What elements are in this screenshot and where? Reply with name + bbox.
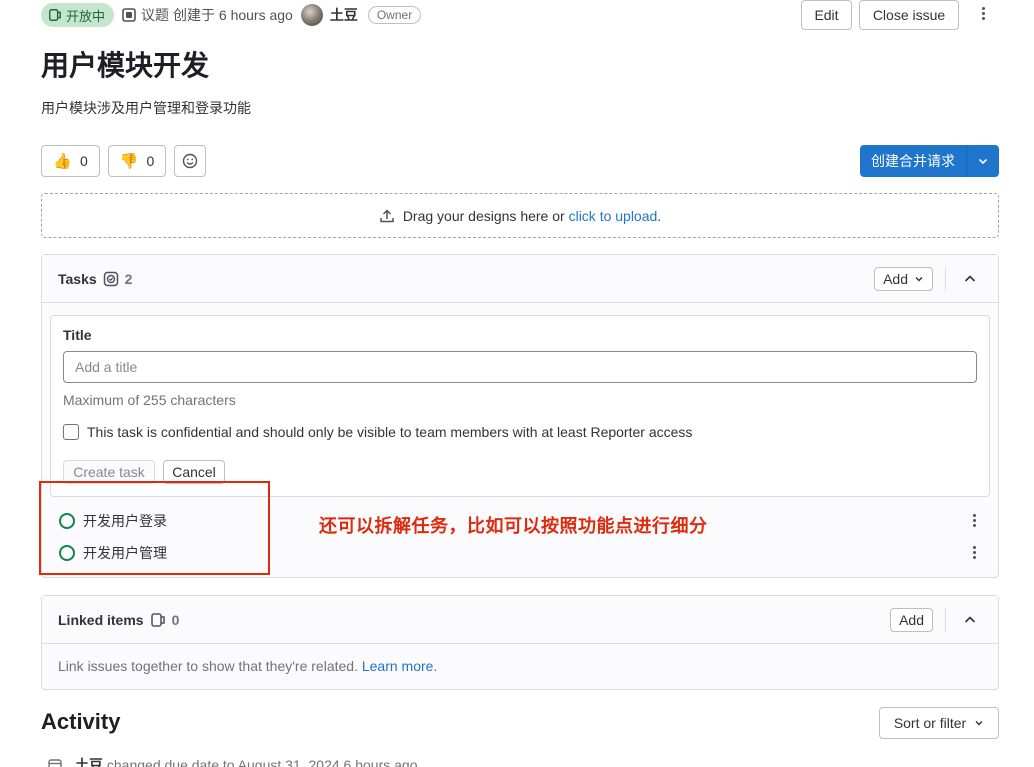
chevron-down-icon — [975, 721, 983, 726]
confidential-option[interactable]: This task is confidential and should onl… — [63, 424, 692, 440]
thumbs-down-icon: 👎 — [119, 153, 139, 170]
linked-items-help: Link issues together to show that they'r… — [58, 658, 362, 674]
linked-items-card: Linked items 0 Add Link issues together … — [41, 595, 999, 690]
page-title: 用户模块开发 — [41, 50, 210, 81]
thumbs-down-count: 0 — [146, 153, 155, 169]
task-done-icon — [103, 271, 118, 286]
issue-open-icon — [49, 9, 61, 21]
status-badge: 开放中 — [41, 3, 115, 27]
header-divider — [945, 266, 946, 291]
create-merge-request-label[interactable]: 创建合并请求 — [860, 145, 967, 177]
activity-text: changed due date to August 31, 2024 6 ho… — [106, 757, 418, 767]
activity-author[interactable]: 土豆 — [75, 757, 103, 767]
design-dropzone[interactable]: Drag your designs here or click to uploa… — [41, 193, 999, 238]
tasks-title: Tasks — [58, 270, 97, 287]
add-linked-item-button[interactable]: Add — [890, 607, 933, 632]
link-issue-icon — [150, 612, 165, 627]
dropzone-text: Drag your designs here or — [402, 207, 569, 224]
author-link[interactable]: 土豆 — [330, 5, 358, 25]
more-actions-icon[interactable] — [981, 7, 985, 20]
tasks-count: 2 — [124, 270, 133, 287]
upload-link[interactable]: click to upload — [569, 208, 658, 224]
thumbs-down-button[interactable]: 👎 0 — [108, 145, 166, 177]
collapse-linked-icon[interactable] — [958, 608, 982, 632]
chevron-down-icon — [915, 276, 923, 281]
chevron-down-icon[interactable] — [967, 145, 999, 177]
linked-items-title: Linked items — [58, 611, 144, 628]
linked-items-count: 0 — [171, 611, 180, 628]
add-task-button[interactable]: Add — [874, 266, 933, 291]
calendar-icon — [48, 759, 62, 767]
header-divider — [945, 607, 946, 632]
thumbs-up-button[interactable]: 👍 0 — [41, 145, 100, 177]
issue-type-icon — [122, 8, 136, 22]
thumbs-up-count: 0 — [79, 153, 88, 169]
issue-meta: 议题 创建于 6 hours ago 土豆 Owner — [121, 3, 422, 27]
owner-badge: Owner — [367, 6, 422, 24]
annotation-box — [39, 481, 270, 575]
task-more-icon[interactable] — [972, 546, 976, 559]
task-more-icon[interactable] — [972, 514, 976, 527]
create-merge-request-button[interactable]: 创建合并请求 — [860, 145, 999, 177]
sort-filter-button[interactable]: Sort or filter — [879, 707, 999, 739]
task-title-input[interactable] — [63, 351, 977, 383]
sort-filter-label: Sort or filter — [893, 715, 967, 731]
dropzone-suffix: . — [657, 207, 662, 224]
title-label: Title — [63, 327, 92, 343]
upload-icon — [380, 208, 394, 222]
linked-items-header: Linked items 0 Add — [42, 596, 998, 644]
activity-item: 土豆 changed due date to August 31, 2024 6… — [47, 755, 417, 767]
activity-title: Activity — [41, 709, 121, 734]
close-issue-button[interactable]: Close issue — [859, 0, 959, 30]
add-task-label: Add — [883, 270, 908, 287]
edit-button[interactable]: Edit — [801, 0, 852, 30]
issue-type-label: 议题 — [141, 7, 169, 23]
confidential-label: This task is confidential and should onl… — [87, 424, 693, 440]
annotation-text: 还可以拆解任务，比如可以按照功能点进行细分 — [319, 516, 708, 536]
title-hint: Maximum of 255 characters — [63, 392, 236, 408]
smiley-icon — [182, 153, 198, 169]
thumbs-up-icon: 👍 — [53, 153, 72, 170]
collapse-tasks-icon[interactable] — [958, 267, 982, 291]
created-text: 创建于 6 hours ago — [173, 7, 293, 23]
tasks-header: Tasks 2 Add — [42, 255, 998, 303]
add-reaction-button[interactable] — [174, 145, 206, 177]
avatar[interactable] — [300, 4, 323, 26]
status-label: 开放中 — [66, 8, 106, 24]
confidential-checkbox[interactable] — [63, 424, 79, 440]
issue-description: 用户模块涉及用户管理和登录功能 — [41, 100, 251, 116]
learn-more-link[interactable]: Learn more. — [362, 658, 437, 674]
